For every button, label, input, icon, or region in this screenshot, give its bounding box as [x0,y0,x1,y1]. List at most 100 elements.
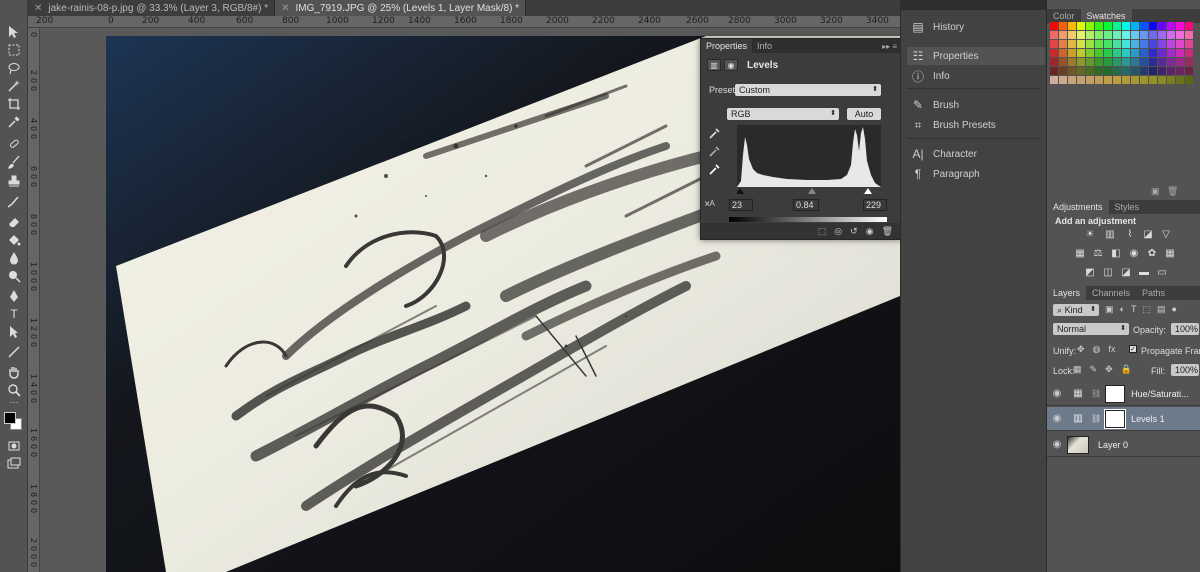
close-tab-icon[interactable]: ✕ [281,3,289,14]
swatch[interactable] [1077,76,1085,84]
swatch[interactable] [1149,67,1157,75]
blur-tool-icon[interactable] [3,248,25,268]
swatch[interactable] [1059,67,1067,75]
swatch[interactable] [1104,22,1112,30]
input-gamma-field[interactable]: 0.84 [793,199,819,211]
document-tab-1[interactable]: ✕ jake-rainis-08-p.jpg @ 33.3% (Layer 3,… [28,0,276,16]
swatch[interactable] [1113,22,1121,30]
eraser-tool-icon[interactable] [3,212,25,232]
swatch[interactable] [1122,40,1130,48]
swatch[interactable] [1095,58,1103,66]
ruler-horizontal[interactable]: 200 0 200 400 600 800 1000 1200 1400 160… [28,16,900,28]
swatch[interactable] [1122,67,1130,75]
dock-item-brush-presets[interactable]: ⌗ Brush Presets [907,116,1045,134]
white-point-eyedropper-icon[interactable] [709,163,721,175]
swatch[interactable] [1068,49,1076,57]
swatch[interactable] [1068,67,1076,75]
swatch[interactable] [1131,22,1139,30]
path-selection-tool-icon[interactable] [3,322,25,342]
swatch[interactable] [1059,49,1067,57]
swatch[interactable] [1059,22,1067,30]
swatch[interactable] [1050,76,1058,84]
swatch[interactable] [1122,49,1130,57]
swatch[interactable] [1167,49,1175,57]
swatch[interactable] [1095,76,1103,84]
eye-icon[interactable]: ◉ [1047,388,1067,399]
swatch[interactable] [1077,67,1085,75]
eyedropper-tool-icon[interactable] [3,112,25,132]
channel-select[interactable]: RGB ⬍ [727,108,839,120]
auto-button[interactable]: Auto [847,108,881,120]
swatch[interactable] [1086,58,1094,66]
levels-icon[interactable]: ▥ [707,59,721,71]
ruler-vertical[interactable]: 0 2 0 0 4 0 0 6 0 0 8 0 0 1 0 0 0 1 2 0 … [28,28,40,572]
reset-icon[interactable]: ↺ [850,226,858,237]
swatch[interactable] [1113,40,1121,48]
swatch[interactable] [1068,22,1076,30]
delete-icon[interactable]: 🗑 [882,226,893,237]
color-balance-icon[interactable]: ⚖ [1091,247,1105,259]
eye-icon[interactable]: ◉ [1047,413,1067,424]
swatch[interactable] [1086,22,1094,30]
swatch[interactable] [1185,40,1193,48]
pen-tool-icon[interactable] [3,286,25,306]
swatch[interactable] [1131,49,1139,57]
swatch[interactable] [1059,40,1067,48]
swatch[interactable] [1140,40,1148,48]
paint-bucket-tool-icon[interactable] [3,230,25,250]
swatch[interactable] [1086,49,1094,57]
swatch[interactable] [1140,31,1148,39]
swatch[interactable] [1158,40,1166,48]
foreground-color-swatch[interactable] [4,412,16,424]
swatch[interactable] [1149,31,1157,39]
swatch[interactable] [1185,76,1193,84]
hand-tool-icon[interactable] [3,362,25,382]
swatch[interactable] [1113,49,1121,57]
swatch[interactable] [1077,49,1085,57]
swatch[interactable] [1131,31,1139,39]
swatch[interactable] [1050,58,1058,66]
filter-smart-object-icon[interactable]: ▤ [1157,304,1166,315]
close-tab-icon[interactable]: ✕ [34,3,42,14]
swatch[interactable] [1176,31,1184,39]
swatch[interactable] [1104,40,1112,48]
swatch-footer-icons[interactable]: ▣ 🗑 [1151,186,1178,197]
swatch[interactable] [1140,76,1148,84]
vibrance-icon[interactable]: ▽ [1159,228,1173,240]
swatch[interactable] [1122,58,1130,66]
swatch[interactable] [1158,58,1166,66]
swatch[interactable] [1068,40,1076,48]
clone-stamp-tool-icon[interactable] [3,172,25,192]
swatch[interactable] [1077,22,1085,30]
brush-tool-icon[interactable] [3,152,25,172]
black-point-eyedropper-icon[interactable] [709,127,721,139]
swatch[interactable] [1077,58,1085,66]
tab-styles[interactable]: Styles [1109,200,1146,214]
swatch[interactable] [1113,67,1121,75]
document-tab-2[interactable]: ✕ IMG_7919.JPG @ 25% (Levels 1, Layer Ma… [275,0,527,16]
swatch[interactable] [1113,76,1121,84]
swatch[interactable] [1050,67,1058,75]
input-sliders[interactable] [737,187,881,195]
selective-color-icon[interactable]: ▭ [1155,266,1169,278]
swatch[interactable] [1104,76,1112,84]
swatch[interactable] [1095,22,1103,30]
swatch[interactable] [1140,49,1148,57]
dodge-tool-icon[interactable] [3,266,25,286]
layer-row[interactable]: ◉ ▦ ⛓ Hue/Saturati... [1047,382,1200,406]
lock-all-icon[interactable]: 🔒 [1121,364,1132,375]
filter-toggle-icon[interactable]: ● [1171,304,1176,315]
swatch[interactable] [1050,22,1058,30]
clip-to-layer-icon[interactable]: ⬚ [818,226,827,237]
preset-select[interactable]: Custom ⬍ [735,84,881,96]
tab-layers[interactable]: Layers [1047,286,1087,300]
propagate-checkbox[interactable]: ✓ [1129,345,1137,353]
swatch[interactable] [1050,49,1058,57]
swatch[interactable] [1167,40,1175,48]
swatch[interactable] [1167,31,1175,39]
swatch[interactable] [1167,67,1175,75]
swatch[interactable] [1131,58,1139,66]
swatch[interactable] [1086,67,1094,75]
swatch[interactable] [1077,31,1085,39]
swatch[interactable] [1095,67,1103,75]
